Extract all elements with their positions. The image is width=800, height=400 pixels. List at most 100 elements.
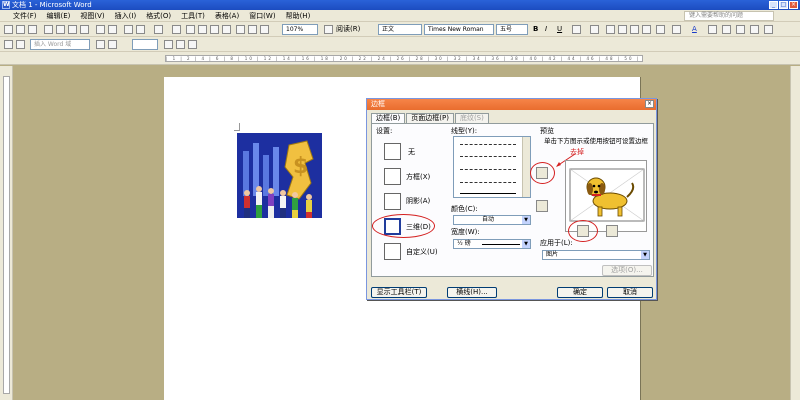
read-button[interactable]: 阅读(R)	[336, 25, 360, 34]
research-icon[interactable]	[108, 25, 117, 34]
line-style-scrollbar[interactable]	[522, 137, 530, 197]
setting-shadow-label[interactable]: 阴影(A)	[406, 197, 430, 206]
menu-table[interactable]: 表格(A)	[210, 11, 244, 21]
print-preview-icon[interactable]	[80, 25, 89, 34]
horizontal-line-button[interactable]: 横线(H)...	[447, 287, 497, 298]
tab-shading[interactable]: 底纹(S)	[454, 113, 489, 123]
print-icon[interactable]	[68, 25, 77, 34]
maximize-button[interactable]: □	[779, 1, 788, 9]
setting-none-label[interactable]: 无	[408, 148, 415, 157]
line-style-list[interactable]	[453, 136, 531, 198]
line-style-option[interactable]	[460, 156, 516, 157]
font-color-icon[interactable]: A	[692, 25, 697, 34]
menu-view[interactable]: 视图(V)	[75, 11, 109, 21]
highlight-icon[interactable]	[708, 25, 717, 34]
tables-borders-icon[interactable]	[186, 25, 195, 34]
field-select[interactable]: 插入 Word 域	[30, 39, 90, 50]
tab-page-border[interactable]: 页面边框(P)	[406, 113, 454, 123]
options-button[interactable]: 选项(O)...	[602, 265, 652, 276]
menu-window[interactable]: 窗口(W)	[244, 11, 280, 21]
field-codes-icon[interactable]	[108, 40, 117, 49]
hyperlink-icon[interactable]	[172, 25, 181, 34]
menu-format[interactable]: 格式(O)	[141, 11, 176, 21]
char-shading-icon[interactable]	[590, 25, 599, 34]
field-shading-select[interactable]	[132, 39, 158, 50]
document-map-icon[interactable]	[248, 25, 257, 34]
setting-shadow-icon[interactable]	[384, 193, 401, 210]
setting-box-icon[interactable]	[384, 168, 401, 185]
columns-icon[interactable]	[222, 25, 231, 34]
email-icon[interactable]	[56, 25, 65, 34]
setting-custom-icon[interactable]	[384, 243, 401, 260]
bold-button[interactable]: B	[533, 25, 538, 34]
justify-icon[interactable]	[642, 25, 651, 34]
superscript-icon[interactable]	[722, 25, 731, 34]
lock-field-icon[interactable]	[188, 40, 197, 49]
underline-button[interactable]: U	[557, 25, 562, 34]
menu-tools[interactable]: 工具(T)	[176, 11, 210, 21]
right-border-button[interactable]	[606, 225, 618, 237]
font-select[interactable]: Times New Roman	[424, 24, 494, 35]
char-border-icon[interactable]	[572, 25, 581, 34]
setting-custom-label[interactable]: 自定义(U)	[406, 248, 438, 257]
bottom-border-button[interactable]	[536, 200, 548, 212]
show-toolbar-button[interactable]: 显示工具栏(T)	[371, 287, 427, 298]
width-dropdown-icon[interactable]: ▼	[522, 240, 530, 248]
show-hide-icon[interactable]	[260, 25, 269, 34]
menu-help[interactable]: 帮助(H)	[281, 11, 316, 21]
menu-file[interactable]: 文件(F)	[8, 11, 42, 21]
insert-table-icon[interactable]	[198, 25, 207, 34]
clipart-image[interactable]: $	[237, 133, 322, 218]
save-icon[interactable]	[28, 25, 37, 34]
spelling-icon[interactable]	[96, 25, 105, 34]
bullets-icon[interactable]	[672, 25, 681, 34]
line-style-selected[interactable]	[460, 193, 516, 194]
align-center-icon[interactable]	[618, 25, 627, 34]
line-style-option[interactable]	[460, 144, 516, 145]
drawing-icon[interactable]	[236, 25, 245, 34]
subscript-icon[interactable]	[736, 25, 745, 34]
italic-button[interactable]: I	[545, 25, 547, 34]
permission-icon[interactable]	[44, 25, 53, 34]
help-search-input[interactable]: 键入需要帮助的问题	[684, 11, 774, 21]
menu-insert[interactable]: 插入(I)	[110, 11, 142, 21]
color-select[interactable]: 自动 ▼	[453, 215, 531, 225]
apply-to-select[interactable]: 图片 ▼	[542, 250, 650, 260]
zoom-select[interactable]: 107%	[282, 24, 318, 35]
redo-icon[interactable]	[154, 25, 163, 34]
prev-field-icon[interactable]	[164, 40, 173, 49]
cancel-button[interactable]: 取消	[607, 287, 653, 298]
minimize-button[interactable]: _	[769, 1, 778, 9]
help-icon[interactable]	[324, 25, 333, 34]
style-pane-icon[interactable]	[4, 40, 13, 49]
cut-icon[interactable]	[124, 25, 133, 34]
apply-to-dropdown-icon[interactable]: ▼	[641, 251, 649, 259]
style-select[interactable]: 正文	[378, 24, 422, 35]
char-scale-icon[interactable]	[750, 25, 759, 34]
align-left-icon[interactable]	[606, 25, 615, 34]
dialog-close-button[interactable]: ×	[645, 100, 654, 108]
undo-icon[interactable]	[136, 25, 145, 34]
phonetic-icon[interactable]	[764, 25, 773, 34]
menu-edit[interactable]: 编辑(E)	[42, 11, 76, 21]
vertical-ruler[interactable]	[0, 66, 13, 400]
ok-button[interactable]: 确定	[557, 287, 603, 298]
close-window-button[interactable]: ×	[789, 1, 798, 9]
color-dropdown-icon[interactable]: ▼	[522, 216, 530, 224]
new-document-icon[interactable]	[4, 25, 13, 34]
top-border-button[interactable]	[536, 167, 548, 179]
font-size-select[interactable]: 五号	[496, 24, 528, 35]
line-style-option[interactable]	[460, 182, 516, 183]
open-icon[interactable]	[16, 25, 25, 34]
field-options-icon[interactable]	[96, 40, 105, 49]
horizontal-ruler[interactable]: | 1 | 2 | 4 | 6 | 8 | 10 | 12 | 14 | 16 …	[0, 52, 800, 65]
line-spacing-icon[interactable]	[656, 25, 665, 34]
left-border-button[interactable]	[577, 225, 589, 237]
vertical-scrollbar[interactable]	[790, 66, 800, 400]
align-right-icon[interactable]	[630, 25, 639, 34]
width-select[interactable]: ½ 磅 ▼	[453, 239, 531, 249]
line-style-option[interactable]	[460, 169, 516, 170]
next-field-icon[interactable]	[176, 40, 185, 49]
insert-excel-icon[interactable]	[210, 25, 219, 34]
format-painter-icon[interactable]	[16, 40, 25, 49]
